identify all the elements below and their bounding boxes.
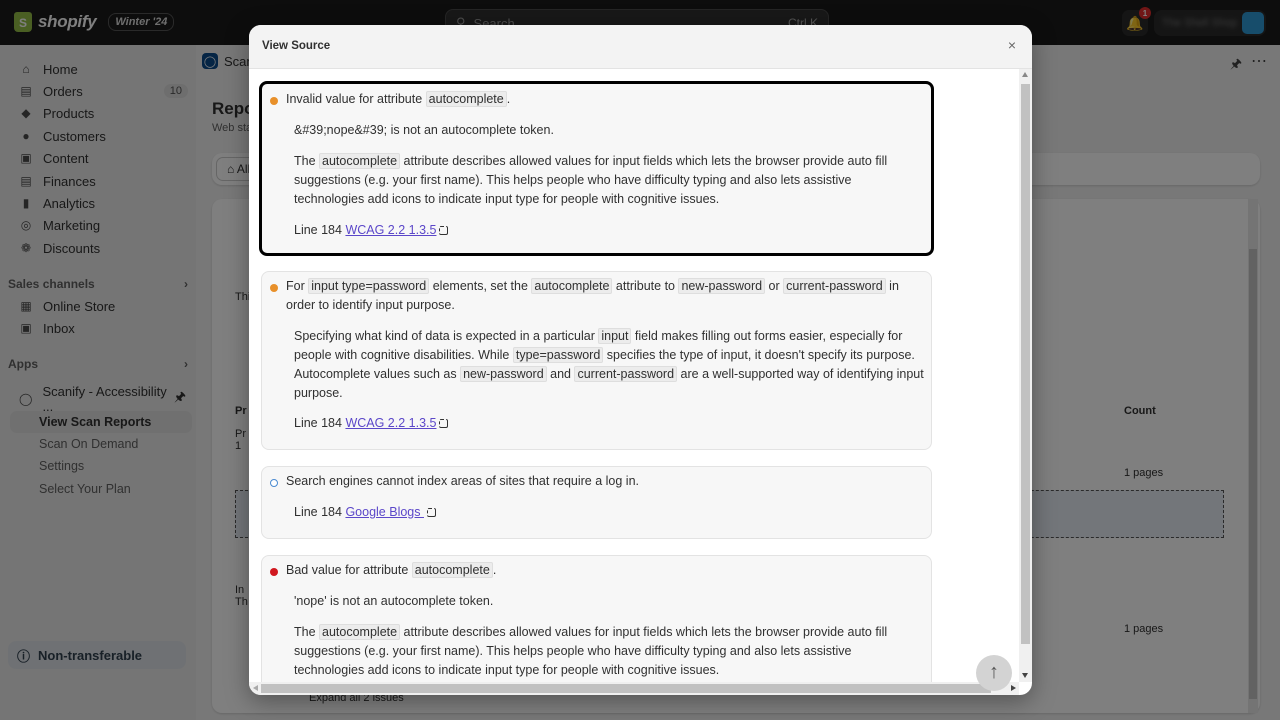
wcag-link[interactable]: WCAG 2.2 1.3.5: [345, 416, 436, 430]
view-source-modal: View Source × Invalid value for attribut…: [249, 25, 1032, 695]
line-number: Line 184: [294, 505, 342, 519]
scroll-down-arrow-icon[interactable]: [1022, 673, 1028, 678]
error-dot-icon: [270, 568, 278, 576]
code-token: current-password: [783, 278, 886, 294]
scrollbar-thumb[interactable]: [1021, 84, 1030, 644]
scroll-to-top-button[interactable]: ↑: [976, 655, 1012, 691]
external-link-icon: [439, 419, 449, 428]
code-token: new-password: [460, 366, 547, 382]
text: Specifying what kind of data is expected…: [294, 329, 599, 343]
text: .: [492, 563, 497, 577]
text: or: [765, 279, 784, 293]
line-number: Line 184: [294, 223, 342, 237]
warning-dot-icon: [270, 284, 278, 292]
issue-heading: Invalid value for attribute autocomplete…: [286, 91, 511, 107]
code-token: autocomplete: [425, 91, 507, 107]
code-token: type=password: [512, 347, 604, 363]
modal-horizontal-scrollbar[interactable]: [249, 682, 1019, 695]
text: Bad value for attribute: [286, 563, 412, 577]
issue-card[interactable]: Invalid value for attribute autocomplete…: [259, 81, 934, 256]
issue-description: The autocomplete attribute describes all…: [294, 152, 924, 209]
code-token: autocomplete: [319, 624, 401, 640]
text: attribute to: [612, 279, 679, 293]
code-token: autocomplete: [411, 562, 493, 578]
text: elements, set the: [429, 279, 532, 293]
warning-dot-icon: [270, 97, 278, 105]
scrollbar-thumb[interactable]: [261, 684, 991, 693]
issue-detail: 'nope' is not an autocomplete token.: [294, 594, 494, 608]
modal-body: Invalid value for attribute autocomplete…: [249, 69, 1019, 682]
close-button[interactable]: ×: [1004, 37, 1020, 53]
close-icon: ×: [1007, 37, 1017, 53]
text: and: [546, 367, 575, 381]
arrow-up-icon: ↑: [989, 661, 999, 683]
issue-description: Specifying what kind of data is expected…: [294, 327, 929, 403]
issue-heading: Bad value for attribute autocomplete.: [286, 562, 497, 578]
issue-detail: &#39;nope&#39; is not an autocomplete to…: [294, 123, 554, 137]
text: The: [294, 625, 320, 639]
scroll-right-arrow-icon[interactable]: [1011, 685, 1016, 691]
google-blogs-link[interactable]: Google Blogs: [345, 505, 424, 519]
line-number: Line 184: [294, 416, 342, 430]
text: For: [286, 279, 309, 293]
issue-heading: For input type=password elements, set th…: [286, 277, 926, 315]
scroll-left-arrow-icon[interactable]: [253, 685, 258, 691]
external-link-icon: [426, 508, 436, 517]
issue-card[interactable]: For input type=password elements, set th…: [261, 271, 932, 450]
info-dot-icon: [270, 479, 278, 487]
modal-header: View Source ×: [249, 25, 1032, 69]
text: .: [506, 92, 511, 106]
code-token: input: [598, 328, 632, 344]
scroll-up-arrow-icon[interactable]: [1022, 72, 1028, 77]
text: The: [294, 154, 320, 168]
text: Invalid value for attribute: [286, 92, 426, 106]
external-link-icon: [439, 226, 449, 235]
issue-card[interactable]: Search engines cannot index areas of sit…: [261, 466, 932, 539]
issue-card[interactable]: Bad value for attribute autocomplete. 'n…: [261, 555, 932, 682]
code-token: autocomplete: [531, 278, 613, 294]
code-token: new-password: [678, 278, 766, 294]
issue-reference: Line 184 WCAG 2.2 1.3.5: [294, 223, 449, 237]
code-token: input type=password: [308, 278, 430, 294]
issue-reference: Line 184 Google Blogs: [294, 505, 436, 519]
modal-vertical-scrollbar[interactable]: [1019, 69, 1032, 682]
wcag-link[interactable]: WCAG 2.2 1.3.5: [345, 223, 436, 237]
issue-description: The autocomplete attribute describes all…: [294, 623, 924, 680]
issue-heading: Search engines cannot index areas of sit…: [286, 474, 639, 488]
code-token: autocomplete: [319, 153, 401, 169]
modal-title: View Source: [262, 40, 331, 52]
issue-reference: Line 184 WCAG 2.2 1.3.5: [294, 416, 449, 430]
code-token: current-password: [574, 366, 678, 382]
